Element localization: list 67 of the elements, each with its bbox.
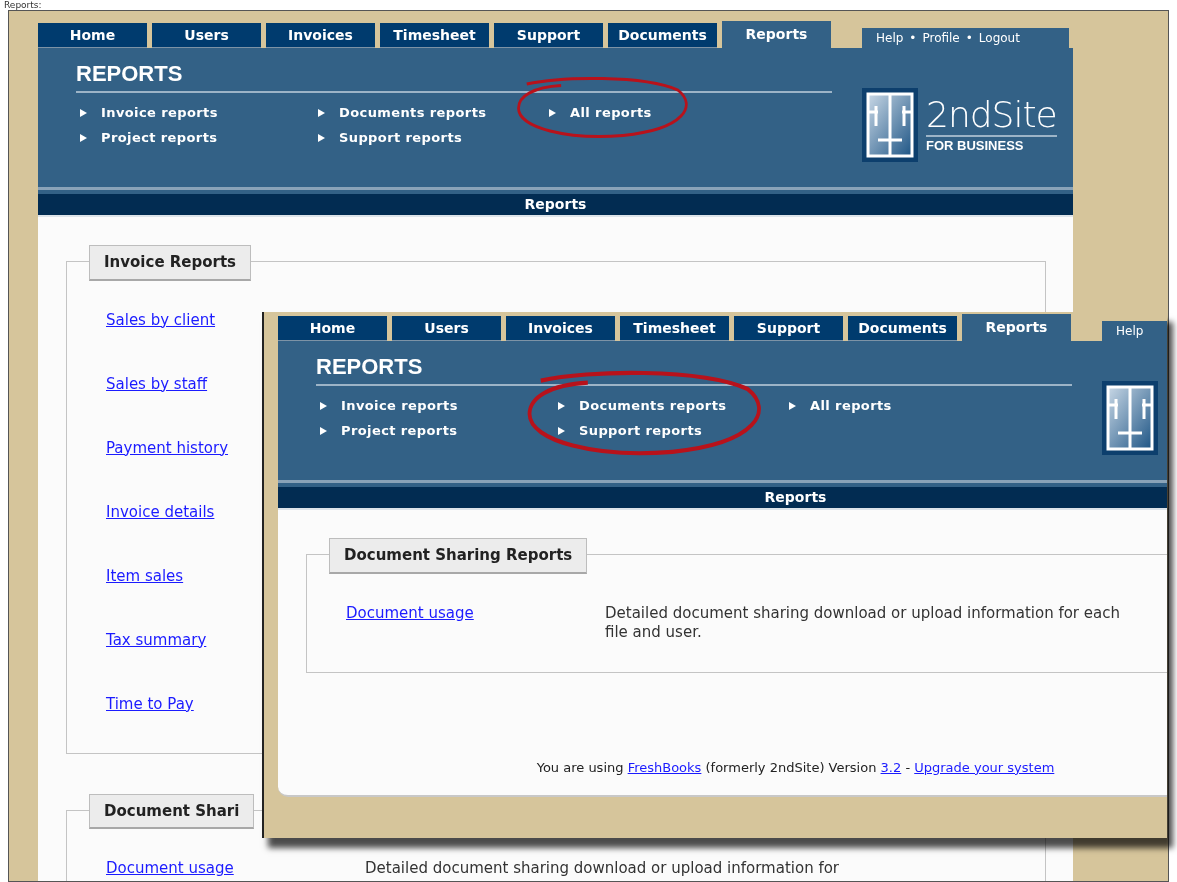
report-description: Detailed document sharing download or upload information for — [365, 859, 841, 878]
triangle-icon — [318, 109, 325, 117]
report-nav-link[interactable]: Project reports — [341, 420, 458, 441]
report-link[interactable]: Invoice details — [106, 502, 215, 521]
report-link[interactable]: Payment history — [106, 438, 229, 457]
nav-tab[interactable]: Users — [152, 23, 261, 48]
report-nav-link[interactable]: Invoice reports — [341, 396, 458, 416]
triangle-icon — [318, 133, 325, 142]
footer-text: You are using FreshBooks (formerly 2ndSite) Version 3.2 - Upgrade your system — [536, 759, 1055, 775]
triangle-icon — [320, 426, 327, 435]
triangle-icon — [789, 402, 796, 410]
logo-tagline: FOR BUSINESS — [926, 137, 1025, 155]
user-link[interactable]: Help — [1116, 322, 1144, 340]
separator-dot: • — [909, 30, 917, 47]
report-link[interactable]: Item sales — [106, 566, 184, 585]
nav-tab[interactable]: Reports — [722, 21, 831, 48]
triangle-icon — [558, 402, 565, 410]
nav-tab[interactable]: Timesheet — [620, 316, 729, 341]
footer-link[interactable]: Upgrade your system — [914, 759, 1055, 775]
nav-tab[interactable]: Reports — [962, 314, 1071, 341]
page-heading: REPORTS — [76, 60, 184, 88]
report-link[interactable]: Tax summary — [106, 630, 207, 649]
report-nav-link[interactable]: Documents reports — [339, 103, 487, 123]
triangle-icon — [80, 109, 87, 117]
user-link[interactable]: Profile — [922, 29, 960, 47]
triangle-icon — [320, 402, 327, 410]
logo-icon — [1102, 381, 1158, 455]
section-legend: Document Shari — [89, 793, 255, 829]
nav-tab[interactable]: Users — [392, 316, 501, 341]
title-bar: Reports — [38, 194, 1073, 215]
report-nav-link[interactable]: Support reports — [339, 127, 463, 148]
triangle-icon — [558, 426, 565, 435]
nav-tab[interactable]: Timesheet — [380, 23, 489, 48]
section-legend: Invoice Reports — [89, 245, 252, 281]
page-heading: REPORTS — [316, 353, 424, 381]
user-link[interactable]: Logout — [978, 29, 1020, 47]
nav-tab[interactable]: Support — [734, 316, 843, 341]
report-description: Detailed document sharing download or upload information for each file and user. — [605, 603, 1121, 642]
nav-tab[interactable]: Documents — [608, 23, 717, 48]
nav-tab[interactable]: Invoices — [266, 23, 375, 48]
report-nav-link[interactable]: All reports — [810, 396, 892, 416]
caption-text: Reports: — [3, 0, 43, 10]
report-nav-link[interactable]: Invoice reports — [101, 103, 218, 123]
report-link[interactable]: Document usage — [106, 859, 234, 877]
report-nav-link[interactable]: Support reports — [579, 420, 703, 441]
report-link[interactable]: Sales by client — [106, 310, 216, 329]
report-nav-link[interactable]: All reports — [570, 103, 652, 123]
nav-tab[interactable]: Support — [494, 23, 603, 48]
report-nav-link[interactable]: Project reports — [101, 127, 218, 148]
footer-link[interactable]: 3.2 — [880, 759, 902, 775]
nav-tab[interactable]: Home — [38, 23, 147, 48]
section-legend: Document Sharing Reports — [329, 538, 588, 574]
triangle-icon — [549, 109, 556, 117]
triangle-icon — [80, 133, 87, 142]
logo-name: 2ndSite — [926, 95, 1057, 135]
nav-tab[interactable]: Documents — [848, 316, 957, 341]
title-bar: Reports — [278, 487, 1167, 508]
user-link[interactable]: Help — [876, 29, 904, 47]
report-nav-link[interactable]: Documents reports — [579, 396, 727, 416]
report-link[interactable]: Sales by staff — [106, 374, 208, 393]
nav-tab[interactable]: Invoices — [506, 316, 615, 341]
separator-dot: • — [965, 30, 973, 47]
logo-icon — [862, 88, 918, 162]
nav-tab[interactable]: Home — [278, 316, 387, 341]
report-link[interactable]: Document usage — [346, 603, 474, 622]
report-link[interactable]: Time to Pay — [106, 694, 194, 713]
footer-link[interactable]: FreshBooks — [627, 759, 702, 775]
